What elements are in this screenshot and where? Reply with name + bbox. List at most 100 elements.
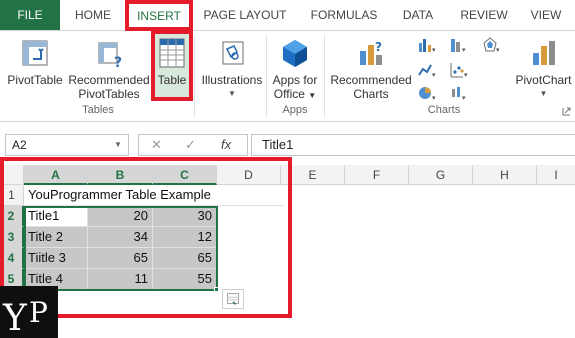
logo-letter-y: Y	[2, 298, 28, 338]
enter-icon[interactable]: ✓	[185, 137, 196, 153]
worksheet-grid[interactable]: A B C D E F G H I 1 2 3 4 5 YouProgramme…	[0, 165, 575, 338]
pivottable-icon	[22, 40, 48, 66]
column-header-d[interactable]: D	[217, 165, 281, 185]
hierarchy-chart-icon[interactable]: ▾	[450, 37, 468, 53]
column-header-a[interactable]: A	[24, 165, 88, 185]
illustrations-button[interactable]: Illustrations ▼	[198, 37, 266, 101]
ribbon-tab-bar: FILE HOME INSERT PAGE LAYOUT FORMULAS DA…	[0, 0, 575, 30]
group-label-charts: Charts	[427, 104, 461, 116]
stock-chart-icon[interactable]: ▾	[450, 85, 468, 101]
illustrations-icon	[222, 41, 244, 65]
select-all-corner[interactable]	[0, 165, 24, 185]
column-header-f[interactable]: F	[345, 165, 409, 185]
apps-for-office-label-2-wrap: Office ▼	[274, 87, 316, 103]
svg-text:▾: ▾	[462, 95, 466, 101]
chevron-down-icon: ▼	[308, 91, 317, 100]
svg-text:?: ?	[114, 55, 122, 69]
svg-text:▾: ▾	[432, 47, 436, 53]
apps-for-office-label-2: Office	[273, 87, 305, 101]
tab-home[interactable]: HOME	[66, 0, 120, 30]
table-button[interactable]: Table	[154, 33, 190, 101]
illustrations-label: Illustrations	[201, 73, 263, 87]
chevron-down-icon: ▼	[539, 89, 548, 98]
cell-c2[interactable]: 30	[153, 206, 217, 227]
column-header-i[interactable]: I	[537, 165, 575, 185]
insert-function-icon[interactable]: fx	[221, 137, 231, 152]
tab-page-layout[interactable]: PAGE LAYOUT	[198, 0, 292, 30]
tab-file[interactable]: FILE	[0, 0, 60, 30]
cell-c4[interactable]: 65	[153, 248, 217, 269]
recommended-pivottables-button[interactable]: ? Recommended PivotTables	[68, 37, 150, 101]
name-box[interactable]: A2	[5, 134, 129, 156]
row-header-2[interactable]: 2	[0, 206, 24, 227]
apps-for-office-button[interactable]: Apps for Office ▼	[268, 37, 322, 103]
apps-for-office-label-1: Apps for	[272, 73, 318, 87]
pivotchart-button[interactable]: PivotChart ▼	[512, 37, 575, 101]
cell-b2[interactable]: 20	[88, 206, 153, 227]
chevron-down-icon: ▼	[228, 89, 236, 98]
recommended-charts-label-2: Charts	[353, 87, 389, 101]
cell-c3[interactable]: 12	[153, 227, 217, 248]
recommended-pivottables-label-2: PivotTables	[78, 87, 140, 101]
tab-formulas[interactable]: FORMULAS	[305, 0, 383, 30]
table-icon	[159, 38, 185, 68]
tab-view[interactable]: VIEW	[524, 0, 568, 30]
svg-text:▾: ▾	[464, 72, 468, 78]
column-header-h[interactable]: H	[473, 165, 537, 185]
column-chart-icon[interactable]: ▾	[418, 37, 436, 53]
quick-analysis-icon	[227, 293, 239, 305]
pivotchart-label: PivotChart	[515, 73, 572, 87]
logo-letter-p: P	[29, 296, 48, 329]
cell-c5[interactable]: 55	[153, 269, 217, 290]
svg-text:▾: ▾	[496, 47, 500, 53]
recommended-charts-label-1: Recommended	[330, 73, 412, 87]
pivottable-button[interactable]: PivotTable	[4, 37, 66, 87]
cell-a2[interactable]: Title1	[24, 206, 88, 227]
group-label-tables: Tables	[82, 104, 114, 116]
title-cell[interactable]: YouProgrammer Table Example	[24, 185, 284, 206]
column-header-e[interactable]: E	[281, 165, 345, 185]
formula-input[interactable]: Title1	[251, 134, 575, 156]
column-header-b[interactable]: B	[88, 165, 153, 185]
cell-b5[interactable]: 11	[88, 269, 153, 290]
chevron-down-icon[interactable]: ▼	[114, 140, 122, 149]
svg-text:?: ?	[375, 40, 382, 54]
svg-text:▾: ▾	[462, 47, 466, 53]
fill-handle[interactable]	[214, 287, 219, 292]
column-header-c[interactable]: C	[153, 165, 217, 185]
radar-chart-icon[interactable]: ▾	[482, 37, 500, 53]
recommended-charts-icon: ?	[360, 40, 382, 65]
line-chart-icon[interactable]: ▾	[418, 62, 436, 78]
column-header-g[interactable]: G	[409, 165, 473, 185]
recommended-pivottables-icon: ?	[98, 42, 122, 69]
pivottable-label: PivotTable	[7, 73, 63, 87]
ribbon-separator	[324, 35, 325, 117]
cell-a3[interactable]: Title 2	[24, 227, 88, 248]
group-label-apps: Apps	[282, 104, 308, 116]
cell-b4[interactable]: 65	[88, 248, 153, 269]
tab-review[interactable]: REVIEW	[454, 0, 514, 30]
apps-for-office-icon	[283, 40, 307, 67]
svg-text:▾: ▾	[432, 95, 436, 101]
recommended-pivottables-label-1: Recommended	[68, 73, 150, 87]
recommended-charts-button[interactable]: ? Recommended Charts	[328, 37, 414, 101]
ribbon-separator	[194, 35, 195, 117]
cancel-icon[interactable]: ✕	[151, 137, 162, 153]
cell-b3[interactable]: 34	[88, 227, 153, 248]
ribbon-insert: PivotTable ? Recommended PivotTables Tab…	[0, 30, 575, 122]
tab-data[interactable]: DATA	[394, 0, 442, 30]
scatter-chart-icon[interactable]: ▾	[450, 62, 468, 78]
table-label: Table	[157, 73, 187, 87]
row-header-3[interactable]: 3	[0, 227, 24, 248]
row-header-4[interactable]: 4	[0, 248, 24, 269]
yp-logo-icon: Y P	[2, 296, 48, 338]
formula-controls: ✕ ✓ fx	[138, 134, 248, 156]
ribbon-separator	[266, 35, 267, 117]
pie-chart-icon[interactable]: ▾	[418, 85, 436, 101]
dialog-launcher-icon[interactable]	[562, 107, 571, 116]
quick-analysis-button[interactable]	[222, 289, 244, 309]
tab-insert[interactable]: INSERT	[128, 0, 190, 30]
row-header-1[interactable]: 1	[0, 185, 24, 206]
cell-a4[interactable]: Tiitle 3	[24, 248, 88, 269]
youprogrammer-logo: Y P	[0, 286, 58, 338]
